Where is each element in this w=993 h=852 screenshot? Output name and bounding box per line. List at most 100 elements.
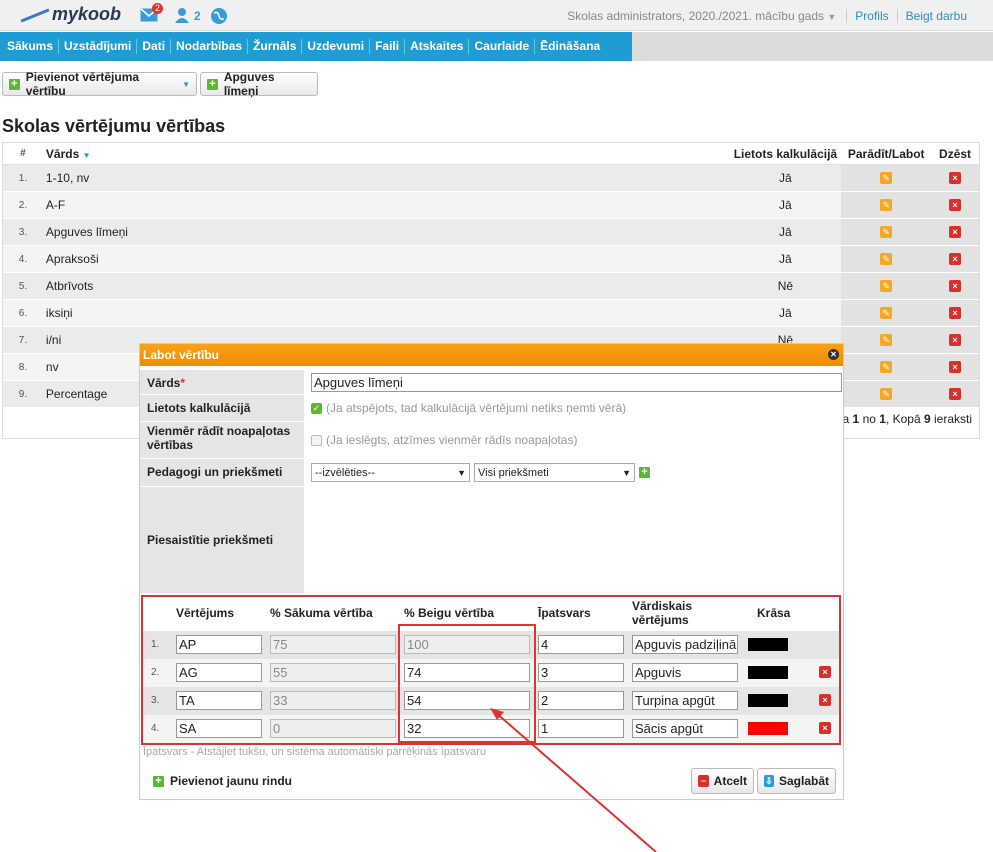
verbal-input[interactable]: Sācis apgūt: [632, 719, 738, 738]
calc-checkbox[interactable]: ✓: [311, 402, 322, 414]
start-input: 33: [270, 691, 396, 710]
school-year-selector[interactable]: Skolas administrators, 2020./2021. mācīb…: [567, 9, 846, 23]
subject-select[interactable]: Visi priekšmeti ▼: [474, 463, 635, 482]
logout-link[interactable]: Beigt darbu: [896, 8, 993, 23]
weight-input[interactable]: 1: [538, 719, 624, 738]
menu-sakums[interactable]: Sākums: [2, 39, 60, 54]
col-verbal: Vārdiskais vērtējums: [632, 599, 693, 627]
round-row: Vienmēr rādīt noapaļotas vērtības (Ja ie…: [140, 422, 843, 458]
color-swatch[interactable]: [748, 638, 788, 651]
row-calc: Jā: [779, 171, 792, 185]
color-swatch[interactable]: [748, 694, 788, 707]
table-row[interactable]: 4. Apraksoši Jā ✎ ×: [3, 246, 979, 273]
row-calc: Nē: [777, 279, 794, 293]
edit-icon[interactable]: ✎: [880, 253, 893, 265]
profile-link[interactable]: Profils: [846, 8, 896, 23]
edit-icon[interactable]: ✎: [880, 280, 893, 292]
grade-input[interactable]: SA: [176, 719, 262, 738]
menu-atskaites[interactable]: Atskaites: [405, 39, 470, 54]
delete-row-icon[interactable]: ×: [819, 722, 831, 734]
start-input: 75: [270, 635, 396, 654]
chevron-down-icon: ▼: [622, 467, 631, 478]
mail-count-badge: 2: [152, 3, 164, 14]
chevron-down-icon: ▼: [827, 11, 837, 22]
delete-icon[interactable]: ×: [949, 172, 962, 184]
round-checkbox[interactable]: [311, 434, 322, 446]
col-weight: Īpatsvars: [538, 606, 591, 620]
close-icon[interactable]: ✕: [828, 349, 839, 360]
grade-input[interactable]: TA: [176, 691, 262, 710]
mykoob-logo[interactable]: mykoob: [20, 4, 121, 25]
row-name: A-F: [45, 198, 66, 212]
name-input[interactable]: [311, 372, 842, 392]
row-name: Apguves līmeņi: [45, 225, 128, 239]
delete-row-icon[interactable]: ×: [819, 694, 831, 706]
menu-dati[interactable]: Dati: [137, 39, 172, 54]
plus-icon: +: [153, 775, 164, 787]
menu-zurnals[interactable]: Žurnāls: [248, 39, 303, 54]
menu-uzdevumi[interactable]: Uzdevumi: [302, 39, 371, 54]
users-icon[interactable]: [174, 7, 190, 23]
levels-button[interactable]: + Apguves līmeņi: [200, 70, 318, 98]
row-num: 9.: [18, 388, 28, 400]
grade-input[interactable]: AP: [176, 635, 262, 654]
col-start: % Sākuma vērtība: [270, 606, 373, 620]
row-name: Apraksoši: [45, 252, 99, 266]
menu-uzstadijumi[interactable]: Uzstādījumi: [59, 39, 138, 54]
delete-icon[interactable]: ×: [949, 280, 962, 292]
delete-icon[interactable]: ×: [949, 253, 962, 265]
row-num: 4.: [18, 253, 28, 265]
highlight-box: [398, 624, 536, 743]
verbal-input[interactable]: Apguvis: [632, 663, 738, 682]
row-calc: Jā: [779, 198, 792, 212]
edit-icon[interactable]: ✎: [880, 172, 893, 184]
name-row: Vārds*: [140, 370, 843, 394]
table-row[interactable]: 1. 1-10, nv Jā ✎ ×: [3, 165, 979, 192]
delete-icon[interactable]: ×: [949, 361, 962, 373]
grade-input[interactable]: AG: [176, 663, 262, 682]
round-hint: (Ja ieslēgts, atzīmes vienmēr rādīs noap…: [326, 433, 578, 447]
weight-input[interactable]: 3: [538, 663, 624, 682]
save-button[interactable]: ⇩ Saglabāt: [757, 768, 836, 794]
color-swatch[interactable]: [748, 666, 788, 679]
round-label: Vienmēr rādīt noapaļotas vērtības: [140, 422, 304, 458]
add-subject-icon[interactable]: +: [639, 467, 650, 478]
delete-icon[interactable]: ×: [949, 388, 962, 400]
teachers-row: Pedagogi un priekšmeti --izvēlēties-- ▼ V…: [140, 459, 843, 486]
globe-icon[interactable]: [210, 7, 228, 25]
table-row[interactable]: 5. Atbrīvots Nē ✎ ×: [3, 273, 979, 300]
teacher-select[interactable]: --izvēlēties-- ▼: [311, 463, 470, 482]
table-row[interactable]: 3. Apguves līmeņi Jā ✎ ×: [3, 219, 979, 246]
table-row[interactable]: 2. A-F Jā ✎ ×: [3, 192, 979, 219]
weight-input[interactable]: 2: [538, 691, 624, 710]
cancel-button[interactable]: − Atcelt: [691, 768, 754, 794]
plus-icon: +: [207, 78, 218, 90]
edit-icon[interactable]: ✎: [880, 199, 893, 211]
menu-caurlaide[interactable]: Caurlaide: [469, 39, 536, 54]
add-row-button[interactable]: + Pievienot jaunu rindu: [153, 774, 292, 788]
verbal-input[interactable]: Turpina apgūt: [632, 691, 738, 710]
edit-icon[interactable]: ✎: [880, 307, 893, 319]
edit-icon[interactable]: ✎: [880, 334, 893, 346]
weight-input[interactable]: 4: [538, 635, 624, 654]
row-calc: Jā: [779, 252, 792, 266]
edit-icon[interactable]: ✎: [880, 226, 893, 238]
table-row[interactable]: 6. iksiņi Jā ✎ ×: [3, 300, 979, 327]
delete-icon[interactable]: ×: [949, 307, 962, 319]
row-num: 6.: [18, 307, 28, 319]
delete-icon[interactable]: ×: [949, 226, 962, 238]
delete-icon[interactable]: ×: [949, 199, 962, 211]
menu-nodarbibas[interactable]: Nodarbības: [171, 39, 249, 54]
add-grade-value-button[interactable]: + Pievienot vērtējuma vērtību ▼: [2, 70, 197, 98]
header-name[interactable]: Vārds ▼: [43, 147, 730, 161]
verbal-input[interactable]: Apguvis padziļinā: [632, 635, 738, 654]
edit-icon[interactable]: ✎: [880, 388, 893, 400]
menu-faili[interactable]: Faili: [370, 39, 406, 54]
row-calc: Jā: [779, 225, 792, 239]
delete-icon[interactable]: ×: [949, 334, 962, 346]
delete-row-icon[interactable]: ×: [819, 666, 831, 678]
menu-edinasana[interactable]: Ēdināšana: [535, 39, 605, 54]
color-swatch[interactable]: [748, 722, 788, 735]
calc-hint: (Ja atspējots, tad kalkulācijā vērtējumi…: [326, 401, 627, 415]
edit-icon[interactable]: ✎: [880, 361, 893, 373]
